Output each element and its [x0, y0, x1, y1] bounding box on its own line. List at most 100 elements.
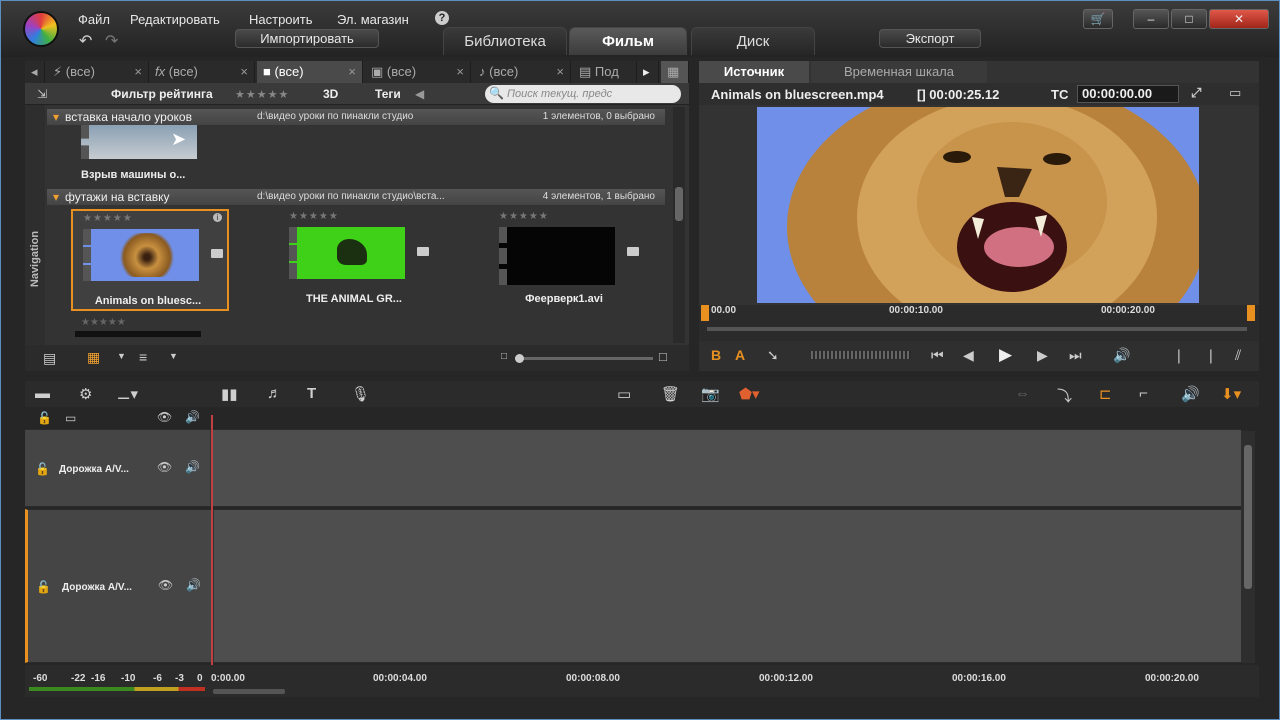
close-tab-icon[interactable]: × [240, 61, 248, 83]
tag-icon[interactable]: ◀ [415, 87, 424, 101]
tab-disc[interactable]: Диск [691, 27, 815, 55]
audio-mixer-icon[interactable]: ▮▮ [221, 385, 238, 403]
split-icon[interactable]: ⫽ [1235, 347, 1241, 364]
timeline-track[interactable]: 🔓 Дорожка A/V... 👁 🔊 [25, 429, 1241, 507]
grid-view-icon[interactable]: ▦ [87, 349, 100, 366]
scroll-thumb[interactable] [675, 187, 683, 221]
tab-menu-icon[interactable]: ▦ [661, 61, 689, 83]
clip-thumbnail[interactable]: ★★★★★ THE ANIMAL GR... [279, 209, 437, 311]
mark-in-button[interactable]: B [711, 347, 721, 363]
tags-button[interactable]: Теги [375, 87, 401, 101]
menu-edit[interactable]: Редактировать [130, 12, 220, 27]
menu-file[interactable]: Файл [78, 12, 110, 27]
snapshot-icon[interactable]: 📷 [701, 385, 720, 403]
search-input[interactable]: Поиск текущ. предс [485, 85, 681, 103]
list-view-icon[interactable]: ≡ [139, 349, 147, 365]
collapse-icon[interactable]: ▾ [53, 190, 59, 204]
menu-store[interactable]: Эл. магазин [337, 12, 409, 27]
maximize-button[interactable]: □ [1171, 9, 1207, 29]
send-to-timeline-icon[interactable]: ➘ [767, 347, 779, 364]
step-back-icon[interactable]: ◀ [963, 347, 974, 364]
clip-rating-stars[interactable]: ★★★★★ [289, 211, 339, 222]
info-icon[interactable]: i [213, 213, 222, 222]
import-button[interactable]: Импортировать [235, 29, 379, 48]
master-track-icon[interactable]: ▭ [65, 411, 76, 425]
track-name[interactable]: Дорожка A/V... [62, 582, 132, 593]
library-scrollbar[interactable] [673, 107, 685, 343]
step-forward-icon[interactable]: ▶ [1037, 347, 1048, 364]
zoom-large-icon[interactable]: □ [659, 349, 667, 364]
clip-thumbnail[interactable]: ★★★★★ Феерверк1.avi [489, 209, 647, 311]
in-marker[interactable] [701, 305, 709, 321]
lock-icon[interactable]: 🔓 [36, 580, 51, 594]
playhead[interactable] [211, 415, 213, 665]
eye-icon[interactable]: 👁 [157, 460, 172, 474]
tab-library[interactable]: Библиотека [443, 27, 567, 55]
export-button[interactable]: Экспорт [879, 29, 981, 48]
preview-ruler[interactable]: 00.00 00:00:10.00 00:00:20.00 [699, 305, 1259, 341]
gear-icon[interactable]: ⚙ [79, 385, 92, 403]
navigation-strip[interactable]: Navigation [25, 105, 45, 345]
tab-audio[interactable]: ♪ (все) × [473, 61, 571, 83]
clip-rating-stars[interactable]: ★★★★★ [83, 213, 133, 224]
speaker-icon[interactable]: 🔊 [185, 410, 200, 424]
undo-icon[interactable]: ↶ [79, 31, 92, 51]
timecode-field[interactable]: 00:00:00.00 [1077, 85, 1179, 103]
music-icon[interactable]: ♬ [267, 385, 282, 402]
tab-effects[interactable]: fx (все) × [149, 61, 255, 83]
close-button[interactable]: ✕ [1209, 9, 1269, 29]
close-tab-icon[interactable]: × [134, 61, 142, 83]
rating-stars[interactable]: ★★★★★ [235, 88, 289, 101]
trash-icon[interactable]: 🗑 [661, 385, 680, 403]
zoom-slider[interactable] [515, 354, 653, 363]
clip-rating-stars[interactable]: ★★★★★ [499, 211, 549, 222]
go-to-start-icon[interactable]: ⏮ [931, 347, 944, 364]
folder-icon[interactable] [417, 247, 429, 256]
tab-scroll-right[interactable]: ▸ [637, 61, 659, 83]
play-icon[interactable]: ▶ [999, 345, 1012, 365]
close-tab-icon[interactable]: × [456, 61, 464, 83]
navigator-icon[interactable]: ⬇▾ [1221, 385, 1241, 403]
go-to-end-icon[interactable]: ⏭ [1069, 347, 1082, 364]
timeline-scrollbar[interactable] [1241, 431, 1255, 663]
eye-icon[interactable]: 👁 [157, 410, 172, 424]
track-name[interactable]: Дорожка A/V... [59, 464, 129, 475]
chevron-down-icon[interactable]: ▼ [169, 351, 178, 361]
fullscreen-icon[interactable]: ⤢ [1191, 85, 1201, 101]
ripple-icon[interactable]: ⇔ [1015, 385, 1030, 402]
group-header[interactable]: ▾ футажи на вставку d:\видео уроки по пин… [47, 189, 665, 205]
3d-filter[interactable]: 3D [323, 87, 338, 101]
chevron-down-icon[interactable]: ▼ [117, 351, 126, 361]
dual-view-icon[interactable]: ▭ [1229, 85, 1241, 101]
video-frame[interactable] [757, 107, 1199, 303]
cart-icon[interactable]: 🛒 [1083, 9, 1113, 29]
trim-icon[interactable]: ⤵ [1057, 385, 1072, 406]
tab-projects[interactable]: ▤ Под [573, 61, 637, 83]
audio-scrub-icon[interactable]: 🔊 [1181, 385, 1200, 403]
folder-icon[interactable] [211, 249, 223, 258]
app-logo[interactable] [23, 11, 59, 47]
speaker-icon[interactable]: 🔊 [185, 460, 200, 474]
microphone-icon[interactable]: 🎙 [351, 385, 370, 403]
magnet-icon[interactable]: ⊏ [1099, 385, 1112, 403]
tab-timeline-preview[interactable]: Временная шкала [811, 61, 987, 83]
timeline-ruler[interactable]: -60 -22 -16 -10 -6 -3 0 0:00.00 00:00:04… [25, 665, 1259, 697]
title-tool-icon[interactable]: T [307, 385, 316, 402]
help-icon[interactable]: ? [435, 11, 449, 25]
timeline-track-selected[interactable]: 🔓 Дорожка A/V... 👁 🔊 [25, 509, 1241, 663]
out-marker[interactable] [1247, 305, 1255, 321]
tab-film[interactable]: Фильм [569, 27, 687, 55]
folder-icon[interactable] [627, 247, 639, 256]
search-icon[interactable]: 🔍 [489, 86, 504, 100]
tab-scroll-left[interactable]: ◂ [25, 61, 45, 83]
mark-out-button[interactable]: A [735, 347, 745, 363]
clip-rating-stars[interactable]: ★★★★★ [81, 317, 126, 328]
link-icon[interactable]: ⌐ [1139, 385, 1148, 402]
collapse-icon[interactable]: ▾ [53, 110, 59, 124]
zoom-small-icon[interactable]: □ [501, 351, 507, 362]
eye-icon[interactable]: 👁 [158, 578, 173, 592]
redo-icon[interactable]: ↷ [105, 31, 118, 51]
lock-icon[interactable]: 🔓 [37, 411, 52, 425]
menu-settings[interactable]: Настроить [249, 12, 313, 27]
marker-left-icon[interactable]: ❘ [1173, 347, 1185, 364]
